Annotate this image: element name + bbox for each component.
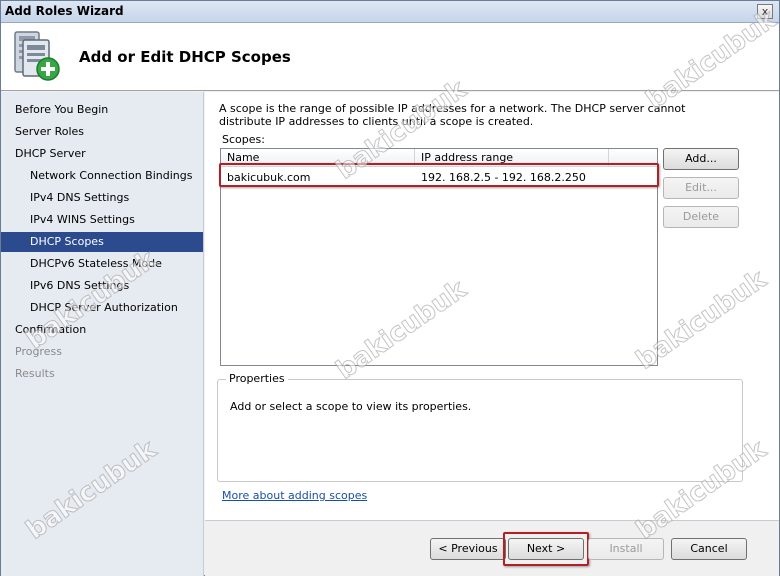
close-icon: x (761, 5, 769, 18)
add-scope-button[interactable]: Add... (663, 148, 739, 170)
title-bar: Add Roles Wizard x (1, 1, 779, 23)
sidebar-item-progress: Progress (15, 345, 62, 358)
scope-description: A scope is the range of possible IP addr… (219, 102, 686, 128)
sidebar-item-ipv6-dns-settings[interactable]: IPv6 DNS Settings (1, 276, 203, 296)
properties-legend: Properties (226, 372, 288, 385)
install-button: Install (588, 538, 664, 560)
sidebar-item-dhcpv6-stateless-mode[interactable]: DHCPv6 Stateless Mode (1, 254, 203, 274)
scope-row-highlight (219, 163, 659, 187)
close-button[interactable]: x (757, 4, 773, 19)
wizard-steps-sidebar: Before You Begin Server Roles DHCP Serve… (1, 92, 204, 576)
window-title: Add Roles Wizard (5, 4, 124, 18)
sidebar-item-server-roles[interactable]: Server Roles (1, 122, 203, 142)
previous-button[interactable]: < Previous (430, 538, 506, 560)
sidebar-item-results: Results (15, 367, 55, 380)
wizard-header: Add or Edit DHCP Scopes (1, 23, 779, 91)
next-button-highlight (503, 532, 589, 566)
page-title: Add or Edit DHCP Scopes (79, 48, 291, 66)
edit-scope-button: Edit... (663, 177, 739, 199)
delete-scope-button: Delete (663, 206, 739, 228)
properties-group: Properties Add or select a scope to view… (217, 372, 743, 482)
more-about-scopes-link[interactable]: More about adding scopes (222, 489, 367, 502)
wizard-footer: < Previous Next > Install Cancel (205, 520, 779, 576)
sidebar-item-confirmation[interactable]: Confirmation (1, 320, 203, 340)
sidebar-item-dhcp-server-authorization[interactable]: DHCP Server Authorization (1, 298, 203, 318)
server-add-icon (14, 31, 60, 81)
main-content: A scope is the range of possible IP addr… (205, 92, 779, 520)
sidebar-item-ipv4-wins-settings[interactable]: IPv4 WINS Settings (1, 210, 203, 230)
sidebar-item-ipv4-dns-settings[interactable]: IPv4 DNS Settings (1, 188, 203, 208)
cancel-button[interactable]: Cancel (671, 538, 747, 560)
add-roles-wizard-window: Add Roles Wizard x Add or Edit DHCP Scop… (0, 0, 780, 576)
properties-text: Add or select a scope to view its proper… (230, 400, 472, 413)
sidebar-item-before-you-begin[interactable]: Before You Begin (1, 100, 203, 120)
sidebar-item-dhcp-server[interactable]: DHCP Server (1, 144, 203, 164)
scopes-label: Scopes: (222, 133, 265, 146)
sidebar-item-network-connection-bindings[interactable]: Network Connection Bindings (1, 166, 203, 186)
sidebar-item-dhcp-scopes[interactable]: DHCP Scopes (1, 232, 203, 252)
